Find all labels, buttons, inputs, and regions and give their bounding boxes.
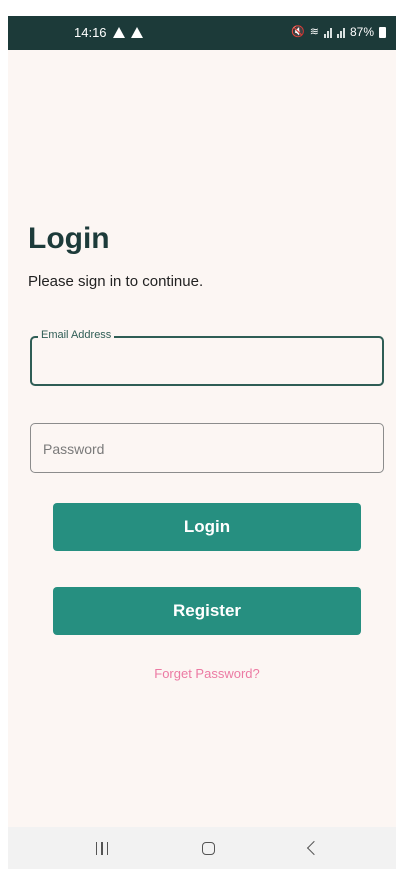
page-subtitle: Please sign in to continue.: [28, 273, 204, 290]
wifi-icon: ≋: [309, 25, 319, 38]
warning-icon: [112, 27, 125, 38]
signal-icon: [323, 27, 332, 38]
recent-apps-icon: [95, 841, 109, 855]
battery-icon: [379, 26, 386, 38]
password-input[interactable]: [41, 437, 375, 461]
email-input[interactable]: [42, 350, 376, 374]
signal-icon: [336, 27, 345, 38]
forgot-password-link[interactable]: Forget Password?: [8, 666, 396, 681]
recent-apps-button[interactable]: [72, 827, 132, 869]
email-field[interactable]: Email Address: [30, 329, 384, 386]
home-button[interactable]: [178, 827, 238, 869]
email-label: Email Address: [38, 329, 115, 341]
warning-icon: [130, 27, 143, 38]
status-right: 🔇 ≋ 87%: [291, 25, 386, 39]
status-left: 14:16: [74, 25, 143, 40]
mute-icon: 🔇: [291, 25, 305, 38]
password-field[interactable]: [30, 423, 384, 473]
register-button[interactable]: Register: [53, 587, 361, 635]
back-icon: [306, 840, 322, 856]
back-button[interactable]: [282, 827, 342, 869]
status-bar: 14:16 🔇 ≋ 87%: [8, 16, 396, 50]
home-icon: [201, 841, 215, 855]
navigation-bar: [8, 827, 396, 869]
phone-screen: 14:16 🔇 ≋ 87% Login Please sign in to co…: [8, 16, 396, 869]
status-time: 14:16: [74, 25, 107, 40]
battery-percent: 87%: [349, 25, 374, 39]
page-title: Login: [28, 222, 110, 255]
login-button[interactable]: Login: [53, 503, 361, 551]
